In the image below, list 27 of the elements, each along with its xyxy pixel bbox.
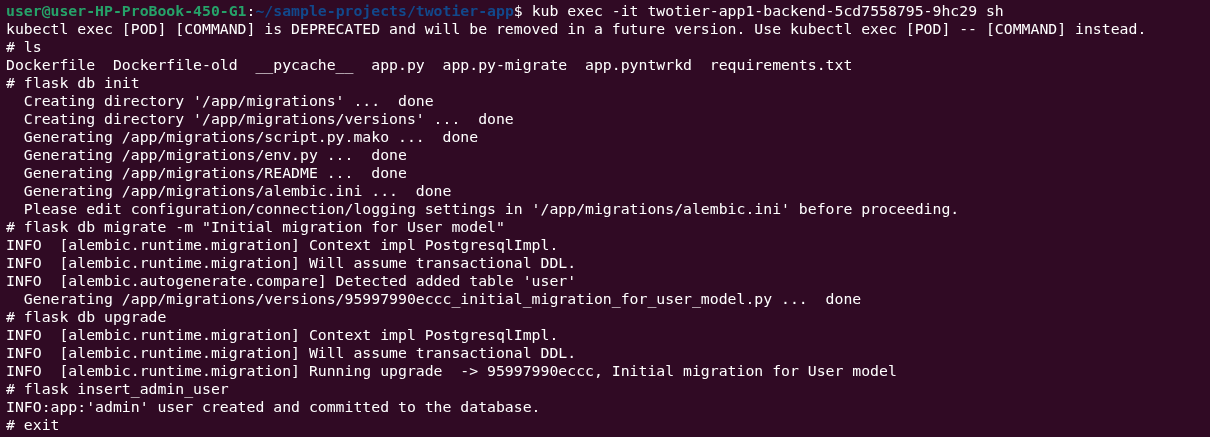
output-line: Generating /app/migrations/alembic.ini ... done xyxy=(22,182,452,199)
output-line: Generating /app/migrations/env.py ... done xyxy=(22,146,407,163)
prompt-path: ~/sample-projects/twotier-app xyxy=(255,2,514,19)
output-line: # flask db upgrade xyxy=(6,308,167,325)
output-line: # flask db migrate -m "Initial migration for User model" xyxy=(6,218,505,235)
output-line: INFO [alembic.autogenerate.compare] Detected added table 'user' xyxy=(6,272,577,289)
output-line: INFO [alembic.runtime.migration] Will assume transactional DDL. xyxy=(6,254,577,271)
output-line: INFO [alembic.runtime.migration] Context impl PostgresqlImpl. xyxy=(6,236,559,253)
output-line: # exit xyxy=(6,416,60,433)
output-line: INFO [alembic.runtime.migration] Will assume transactional DDL. xyxy=(6,344,577,361)
output-line: INFO [alembic.runtime.migration] Context impl PostgresqlImpl. xyxy=(6,326,559,343)
output-line: # ls xyxy=(6,38,42,55)
output-line: Creating directory '/app/migrations' ... done xyxy=(22,92,434,109)
output-line: kubectl exec [POD] [COMMAND] is DEPRECATED and will be removed in a future version. Use kubectl exec [POD] -- [COMMAND] instead. xyxy=(6,20,1147,37)
command-text: $ kub exec -it twotier-app1-backend-5cd7558795-9hc29 sh xyxy=(513,2,1004,19)
output-line: Creating directory '/app/migrations/versions' ... done xyxy=(22,110,514,127)
output-line: Generating /app/migrations/script.py.mako ... done xyxy=(22,128,479,145)
output-line: Generating /app/migrations/versions/95997990eccc_initial_migration_for_user_model.py ... done xyxy=(22,290,862,307)
prompt-separator: : xyxy=(246,2,256,19)
output-line: Please edit configuration/connection/logging settings in '/app/migrations/alembic.ini' before proceeding. xyxy=(22,200,960,217)
output-line: # flask insert_admin_user xyxy=(6,380,229,397)
output-line: Generating /app/migrations/README ... done xyxy=(22,164,407,181)
prompt-user-host: user@user-HP-ProBook-450-G1 xyxy=(6,2,247,19)
output-line: Dockerfile Dockerfile-old __pycache__ app.py app.py-migrate app.pyntwrkd requirements.txt xyxy=(6,56,853,73)
output-line: INFO [alembic.runtime.migration] Running upgrade -> 95997990eccc, Initial migration for User model xyxy=(6,362,897,379)
output-line: INFO:app:'admin' user created and committed to the database. xyxy=(6,398,541,415)
output-line: # flask db init xyxy=(6,74,140,91)
